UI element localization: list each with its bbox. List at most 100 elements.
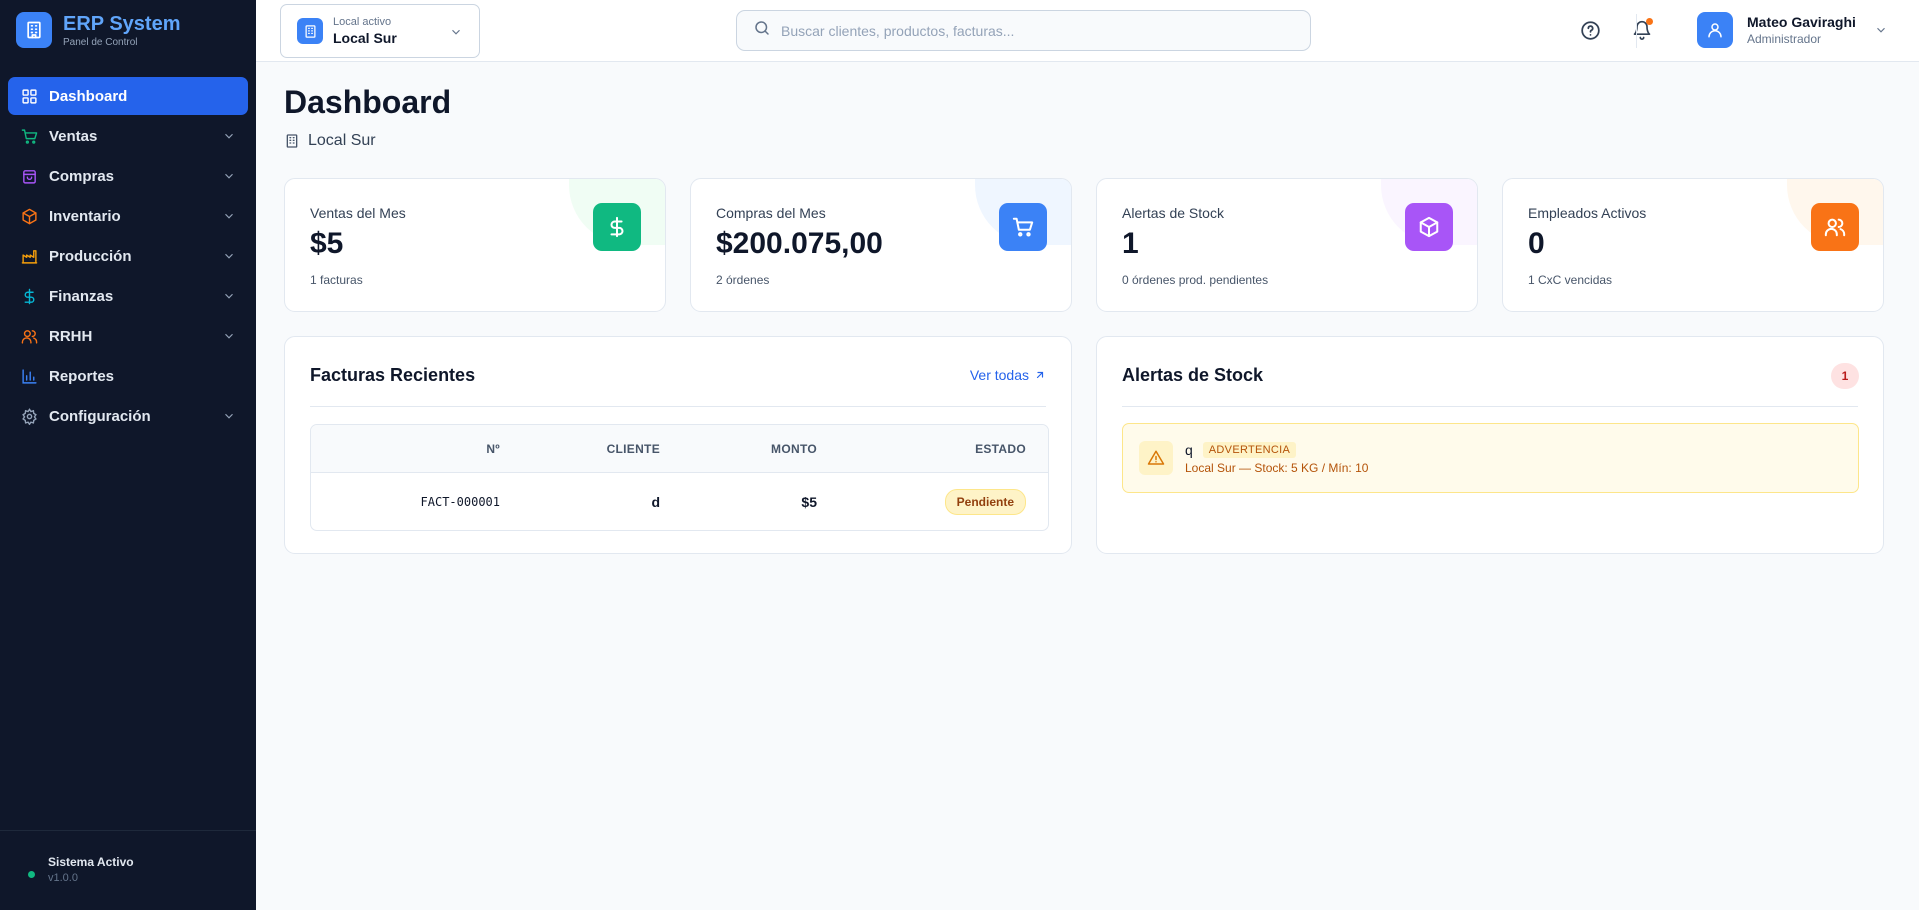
- invoice-amount: $5: [801, 493, 817, 510]
- invoices-table: Nº CLIENTE MONTO ESTADO FACT-000001 d $5…: [310, 424, 1049, 531]
- user-avatar-icon: [1697, 12, 1733, 48]
- notification-dot: [1646, 18, 1653, 25]
- local-value: Local Sur: [333, 30, 397, 46]
- divider: [1122, 406, 1858, 407]
- alert-count-badge: 1: [1831, 363, 1859, 389]
- stat-sub: 1 facturas: [310, 273, 363, 287]
- brand[interactable]: ERP System Panel de Control: [0, 0, 256, 60]
- view-all-label: Ver todas: [969, 367, 1029, 383]
- table-row[interactable]: FACT-000001 d $5 Pendiente: [311, 473, 1048, 530]
- chevron-down-icon: [222, 329, 236, 343]
- stat-label: Ventas del Mes: [310, 205, 406, 221]
- users-icon: [20, 327, 38, 345]
- chevron-down-icon: [222, 169, 236, 183]
- cart-icon: [20, 127, 38, 145]
- sidebar-item-configuracion[interactable]: Configuración: [8, 397, 248, 435]
- sidebar-item-compras[interactable]: Compras: [8, 157, 248, 195]
- stat-card-empleados[interactable]: Empleados Activos 0 1 CxC vencidas: [1502, 178, 1884, 312]
- brand-title: ERP System: [63, 12, 181, 35]
- view-all-link[interactable]: Ver todas: [970, 367, 1046, 383]
- stat-value: $5: [310, 227, 344, 260]
- stock-alerts-panel: Alertas de Stock 1 q ADVERTENCIA Local S…: [1096, 336, 1884, 554]
- sidebar-item-label: Finanzas: [49, 287, 114, 305]
- chevron-down-icon: [222, 129, 236, 143]
- user-role: Administrador: [1747, 32, 1822, 46]
- alert-level-badge: ADVERTENCIA: [1202, 442, 1297, 458]
- page-subtitle: Local Sur: [284, 132, 376, 150]
- stock-alert-item[interactable]: q ADVERTENCIA Local Sur — Stock: 5 KG / …: [1122, 423, 1859, 493]
- bag-icon: [20, 167, 38, 185]
- stat-value: $200.075,00: [716, 227, 883, 260]
- box-icon: [1405, 203, 1453, 251]
- chevron-down-icon: [222, 409, 236, 423]
- column-header-number[interactable]: Nº: [311, 425, 500, 472]
- sidebar-item-finanzas[interactable]: Finanzas: [8, 277, 248, 315]
- sidebar-item-inventario[interactable]: Inventario: [8, 197, 248, 235]
- stat-value: 0: [1528, 227, 1545, 260]
- stat-card-ventas[interactable]: Ventas del Mes $5 1 facturas: [284, 178, 666, 312]
- column-header-status[interactable]: ESTADO: [817, 425, 1026, 472]
- table-header: Nº CLIENTE MONTO ESTADO: [311, 425, 1048, 473]
- page-title: Dashboard: [284, 84, 452, 120]
- topbar: Local activo Local Sur Mateo Gaviraghi A…: [256, 0, 1919, 62]
- building-icon: [286, 134, 298, 148]
- stat-card-compras[interactable]: Compras del Mes $200.075,00 2 órdenes: [690, 178, 1072, 312]
- status-text: Sistema Activo: [48, 855, 134, 869]
- help-icon[interactable]: [1579, 19, 1601, 41]
- sidebar-item-label: Ventas: [49, 127, 98, 145]
- stat-card-stock[interactable]: Alertas de Stock 1 0 órdenes prod. pendi…: [1096, 178, 1478, 312]
- chevron-down-icon: [222, 209, 236, 223]
- divider: [1636, 14, 1637, 48]
- sidebar-item-label: Reportes: [49, 367, 115, 385]
- column-header-client[interactable]: CLIENTE: [500, 425, 660, 472]
- panel-title: Facturas Recientes: [310, 365, 476, 385]
- sidebar-item-label: RRHH: [49, 327, 93, 345]
- status-badge: Pendiente: [944, 488, 1026, 515]
- sidebar-item-dashboard[interactable]: Dashboard: [8, 77, 248, 115]
- alert-detail: Local Sur — Stock: 5 KG / Mín: 10: [1185, 461, 1369, 475]
- building-icon: [297, 18, 323, 44]
- stat-sub: 0 órdenes prod. pendientes: [1122, 273, 1269, 287]
- alert-product: q ADVERTENCIA: [1185, 442, 1297, 458]
- building-icon: [16, 12, 52, 48]
- sidebar-item-label: Compras: [49, 167, 115, 185]
- sidebar-item-produccion[interactable]: Producción: [8, 237, 248, 275]
- user-name: Mateo Gaviraghi: [1747, 14, 1856, 30]
- local-selector[interactable]: Local activo Local Sur: [280, 4, 480, 58]
- sidebar-item-rrhh[interactable]: RRHH: [8, 317, 248, 355]
- stat-sub: 1 CxC vencidas: [1528, 273, 1613, 287]
- sidebar-item-label: Producción: [49, 247, 132, 265]
- invoice-client: d: [651, 493, 660, 510]
- search-input[interactable]: [781, 22, 1281, 39]
- chevron-down-icon: [449, 25, 463, 39]
- chevron-down-icon: [222, 249, 236, 263]
- column-header-amount[interactable]: MONTO: [660, 425, 817, 472]
- sidebar-item-label: Configuración: [49, 407, 151, 425]
- chart-icon: [20, 367, 38, 385]
- page-subtitle-text: Local Sur: [308, 132, 376, 149]
- stat-label: Alertas de Stock: [1122, 205, 1224, 221]
- system-status: Sistema Activo v1.0.0: [0, 830, 256, 910]
- invoice-status: Pendiente: [817, 473, 1026, 530]
- box-icon: [20, 207, 38, 225]
- status-dot: [28, 871, 35, 878]
- brand-subtitle: Panel de Control: [63, 36, 138, 48]
- sidebar-item-ventas[interactable]: Ventas: [8, 117, 248, 155]
- invoice-number: FACT-000001: [420, 494, 500, 509]
- dollar-icon: [20, 287, 38, 305]
- local-label: Local activo: [333, 16, 392, 28]
- bell-icon[interactable]: [1631, 18, 1653, 41]
- grid-icon: [20, 87, 38, 105]
- stat-sub: 2 órdenes: [716, 273, 770, 287]
- sidebar-item-reportes[interactable]: Reportes: [8, 357, 248, 395]
- user-menu[interactable]: Mateo Gaviraghi Administrador: [1697, 12, 1888, 48]
- alert-product-name: q: [1185, 442, 1193, 458]
- divider: [310, 406, 1046, 407]
- stat-value: 1: [1122, 227, 1139, 260]
- search-box[interactable]: [736, 10, 1311, 51]
- gear-icon: [20, 407, 38, 425]
- stat-label: Compras del Mes: [716, 205, 826, 221]
- users-icon: [1811, 203, 1859, 251]
- warning-icon: [1139, 441, 1173, 475]
- dollar-icon: [593, 203, 641, 251]
